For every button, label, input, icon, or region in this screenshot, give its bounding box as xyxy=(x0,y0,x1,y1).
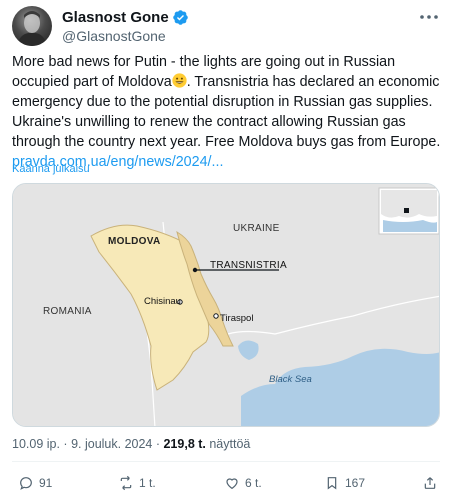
tweet-card: Glasnost Gone @GlasnostGone More bad new… xyxy=(0,0,452,499)
share-button[interactable] xyxy=(422,472,443,494)
avatar[interactable] xyxy=(12,6,52,46)
reply-count: 91 xyxy=(39,476,53,490)
bookmark-count: 167 xyxy=(345,476,366,490)
like-button[interactable]: 6 t. xyxy=(224,472,262,494)
author-names: Glasnost Gone @GlasnostGone xyxy=(62,8,189,44)
action-divider xyxy=(12,461,440,462)
bookmark-button[interactable]: 167 xyxy=(324,472,365,494)
author-display-name[interactable]: Glasnost Gone xyxy=(62,9,169,26)
more-options-icon[interactable] xyxy=(418,10,440,24)
tiraspol-marker xyxy=(213,313,219,319)
like-count: 6 t. xyxy=(245,476,262,490)
heart-icon xyxy=(226,478,238,490)
tweet-meta: 10.09 ip. · 9. jouluk. 2024 · 219,8 t. n… xyxy=(12,437,250,451)
views-label: näyttöä xyxy=(205,437,251,451)
map-image[interactable]: MOLDOVA UKRAINE TRANSNISTRIA Chisinau Ti… xyxy=(12,183,440,427)
translate-post-link[interactable]: Käännä julkaisu xyxy=(12,163,90,175)
author-handle[interactable]: @GlasnostGone xyxy=(62,28,189,44)
avatar-portrait-icon xyxy=(17,11,47,46)
map-label-romania: ROMANIA xyxy=(43,306,92,317)
verified-badge-icon xyxy=(172,9,188,25)
share-icon xyxy=(424,477,436,489)
grinning-face-emoji-icon xyxy=(172,73,187,88)
map-label-chisinau: Chisinau xyxy=(144,296,181,307)
inset-land xyxy=(381,190,437,218)
reply-icon xyxy=(20,477,32,490)
reply-button[interactable]: 91 xyxy=(18,472,52,494)
repost-button[interactable]: 1 t. xyxy=(118,472,156,494)
repost-count: 1 t. xyxy=(139,476,156,490)
bookmark-icon xyxy=(327,477,337,490)
action-bar: 91 1 t. 6 t. 167 xyxy=(12,472,440,494)
map-label-moldova: MOLDOVA xyxy=(108,236,161,247)
post-timestamp[interactable]: 10.09 ip. · 9. jouluk. 2024 · xyxy=(12,437,163,451)
map-label-tiraspol: Tiraspol xyxy=(220,313,254,324)
transnistria-callout-dot xyxy=(192,267,198,273)
map-label-ukraine: UKRAINE xyxy=(233,223,280,234)
tweet-text: More bad news for Putin - the lights are… xyxy=(12,52,442,172)
map-label-black-sea: Black Sea xyxy=(269,374,312,385)
tweet-header: Glasnost Gone @GlasnostGone xyxy=(12,6,440,46)
map-label-transnistria: TRANSNISTRIA xyxy=(210,260,287,271)
inset-moldova-marker xyxy=(404,208,409,213)
repost-icon xyxy=(120,475,132,491)
views-count: 219,8 t. xyxy=(163,437,206,451)
